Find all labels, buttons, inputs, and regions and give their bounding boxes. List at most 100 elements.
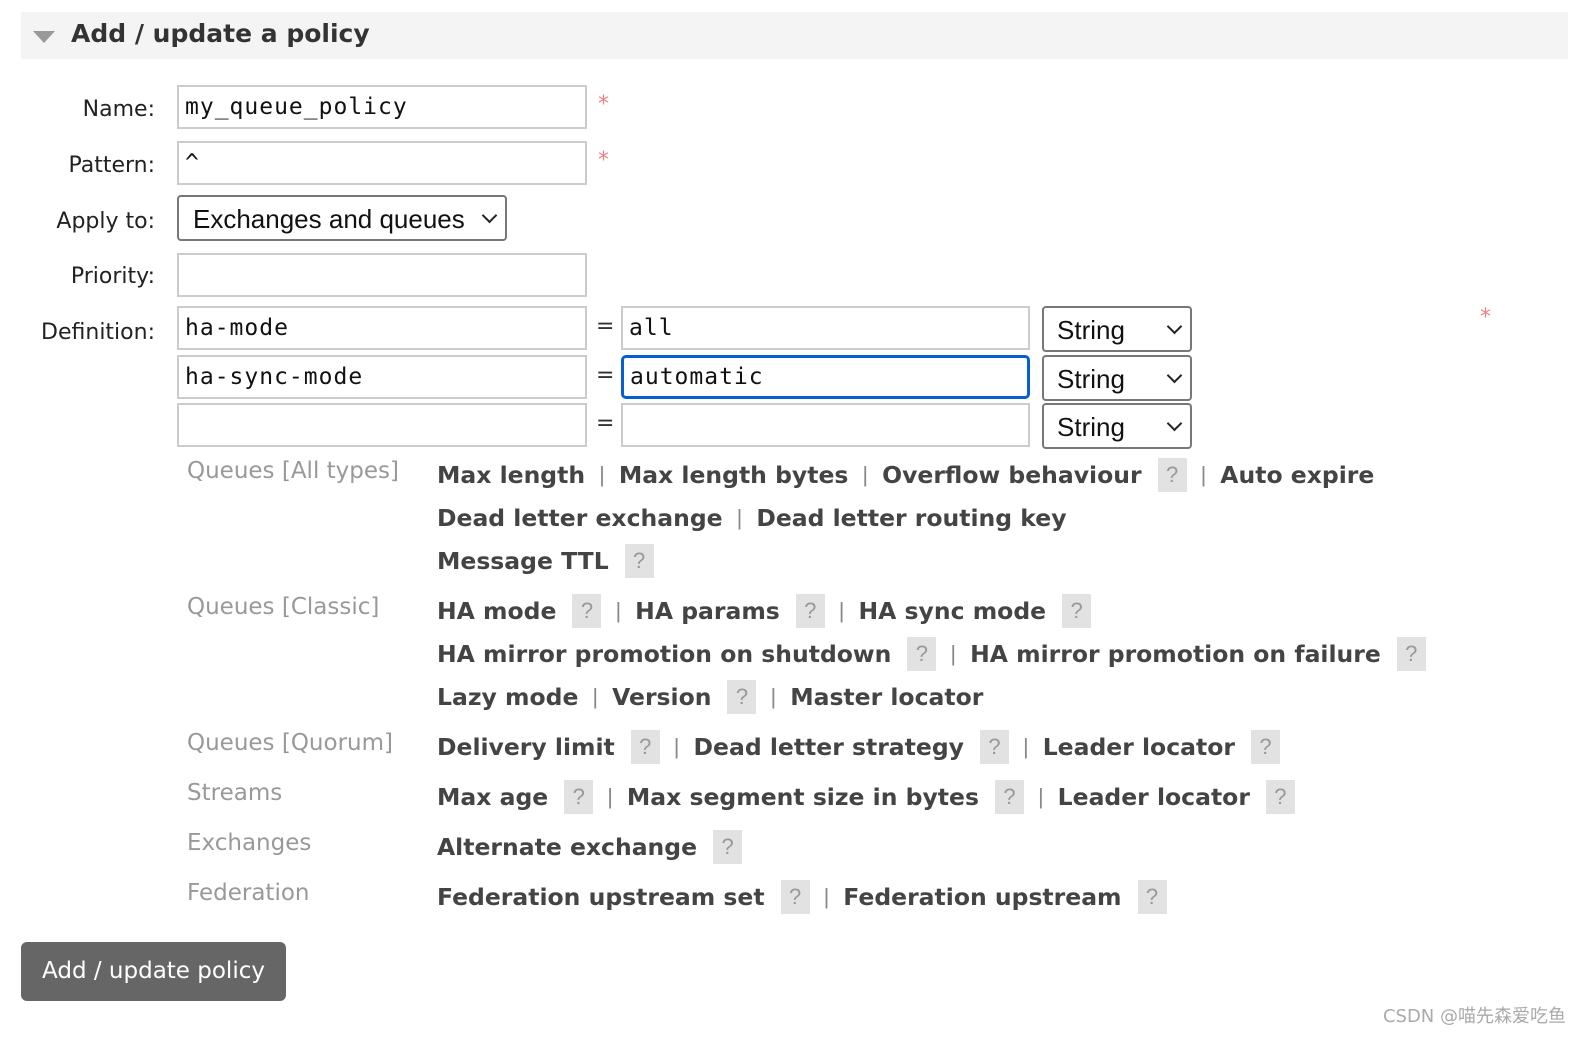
policy-key-link[interactable]: HA mode bbox=[437, 597, 556, 625]
policy-key-link[interactable]: Version bbox=[612, 683, 711, 711]
policy-key-link[interactable]: Federation upstream set bbox=[437, 883, 765, 911]
help-icon[interactable]: ? bbox=[1396, 636, 1426, 671]
help-line: Federation upstream set? | Federation upst… bbox=[437, 875, 1527, 918]
policy-key-link[interactable]: Dead letter exchange bbox=[437, 504, 723, 532]
pattern-input[interactable] bbox=[177, 141, 587, 185]
policy-key-link[interactable]: HA sync mode bbox=[859, 597, 1047, 625]
help-icon[interactable]: ? bbox=[1157, 457, 1187, 492]
pattern-label: Pattern: bbox=[68, 153, 155, 178]
name-input[interactable] bbox=[177, 85, 587, 129]
help-line: HA mode? | HA params? | HA sync mode? bbox=[437, 589, 1527, 632]
help-links: Max length | Max length bytes | Overflow beh… bbox=[437, 453, 1527, 582]
help-icon[interactable]: ? bbox=[624, 543, 654, 578]
policy-key-link[interactable]: Max length bbox=[437, 461, 585, 489]
policy-key-link[interactable]: Leader locator bbox=[1043, 733, 1235, 761]
help-line: Lazy mode | Version? | Master locator bbox=[437, 675, 1527, 718]
help-icon[interactable]: ? bbox=[907, 636, 937, 671]
chevron-down-icon bbox=[1166, 415, 1183, 432]
definition-key-input[interactable] bbox=[177, 355, 587, 399]
separator: | bbox=[770, 683, 777, 709]
separator: | bbox=[1037, 783, 1044, 809]
policy-key-link[interactable]: Delivery limit bbox=[437, 733, 615, 761]
policy-key-link[interactable]: Lazy mode bbox=[437, 683, 578, 711]
definition-value-input[interactable] bbox=[621, 306, 1030, 350]
help-links: Max age? | Max segment size in bytes? | Lead… bbox=[437, 775, 1527, 818]
help-links: HA mode? | HA params? | HA sync mode? HA mirr… bbox=[437, 589, 1527, 718]
collapse-triangle-icon[interactable] bbox=[33, 31, 55, 43]
priority-label: Priority: bbox=[70, 264, 155, 289]
chevron-down-icon bbox=[1166, 367, 1183, 384]
definition-type-select[interactable]: String bbox=[1042, 403, 1192, 449]
chevron-down-icon bbox=[1166, 318, 1183, 335]
help-category-label: Queues [All types] bbox=[187, 458, 399, 484]
policy-key-link[interactable]: Federation upstream bbox=[843, 883, 1121, 911]
policy-key-link[interactable]: Max length bytes bbox=[619, 461, 849, 489]
policy-key-link[interactable]: Message TTL bbox=[437, 547, 609, 575]
help-icon[interactable]: ? bbox=[1137, 879, 1167, 914]
policy-key-link[interactable]: Overflow behaviour bbox=[882, 461, 1141, 489]
policy-key-link[interactable]: HA mirror promotion on shutdown bbox=[437, 640, 891, 668]
help-icon[interactable]: ? bbox=[795, 593, 825, 628]
definition-key-input[interactable] bbox=[177, 306, 587, 350]
policy-help-links: Queues [All types] Max length | Max length … bbox=[187, 453, 1527, 925]
definition-type-select[interactable]: String bbox=[1042, 306, 1192, 352]
priority-input[interactable] bbox=[177, 253, 587, 297]
help-group: Queues [Classic] HA mode? | HA params? | HA s… bbox=[187, 589, 1527, 718]
help-icon[interactable]: ? bbox=[713, 829, 743, 864]
name-label: Name: bbox=[82, 97, 155, 122]
apply-to-label: Apply to: bbox=[56, 209, 155, 234]
separator: | bbox=[950, 640, 957, 666]
policy-key-link[interactable]: Dead letter routing key bbox=[756, 504, 1066, 532]
help-links: Alternate exchange? bbox=[437, 825, 1527, 868]
help-group: Queues [Quorum] Delivery limit? | Dead lett… bbox=[187, 725, 1527, 768]
policy-key-link[interactable]: Max segment size in bytes bbox=[627, 783, 979, 811]
definition-type-value: String bbox=[1057, 412, 1125, 442]
separator: | bbox=[862, 461, 869, 487]
policy-key-link[interactable]: HA params bbox=[635, 597, 780, 625]
help-icon[interactable]: ? bbox=[1062, 593, 1092, 628]
help-category-label: Queues [Quorum] bbox=[187, 730, 393, 756]
policy-key-link[interactable]: Auto expire bbox=[1220, 461, 1374, 489]
equals-sign: = bbox=[596, 363, 615, 388]
policy-key-link[interactable]: HA mirror promotion on failure bbox=[970, 640, 1381, 668]
separator: | bbox=[736, 504, 743, 530]
separator: | bbox=[673, 733, 680, 759]
separator: | bbox=[1022, 733, 1029, 759]
definition-type-select[interactable]: String bbox=[1042, 355, 1192, 401]
help-icon[interactable]: ? bbox=[727, 679, 757, 714]
policy-key-link[interactable]: Alternate exchange bbox=[437, 833, 697, 861]
section-title: Add / update a policy bbox=[71, 19, 370, 48]
help-icon[interactable]: ? bbox=[1250, 729, 1280, 764]
definition-key-input[interactable] bbox=[177, 403, 587, 447]
policy-key-link[interactable]: Leader locator bbox=[1058, 783, 1250, 811]
help-line: Dead letter exchange | Dead letter routing… bbox=[437, 496, 1527, 539]
help-icon[interactable]: ? bbox=[572, 593, 602, 628]
help-line: Delivery limit? | Dead letter strategy? | Le… bbox=[437, 725, 1527, 768]
help-group: Streams Max age? | Max segment size in byte… bbox=[187, 775, 1527, 818]
help-icon[interactable]: ? bbox=[564, 779, 594, 814]
help-category-label: Streams bbox=[187, 780, 283, 806]
help-line: Alternate exchange? bbox=[437, 825, 1527, 868]
help-icon[interactable]: ? bbox=[994, 779, 1024, 814]
help-icon[interactable]: ? bbox=[780, 879, 810, 914]
definition-value-input[interactable] bbox=[621, 403, 1030, 447]
help-icon[interactable]: ? bbox=[1265, 779, 1295, 814]
help-category-label: Federation bbox=[187, 880, 310, 906]
help-line: HA mirror promotion on shutdown? | HA mirr… bbox=[437, 632, 1527, 675]
definition-value-input[interactable] bbox=[621, 355, 1030, 399]
policy-key-link[interactable]: Master locator bbox=[790, 683, 983, 711]
policy-key-link[interactable]: Max age bbox=[437, 783, 548, 811]
equals-sign: = bbox=[596, 411, 615, 436]
equals-sign: = bbox=[596, 314, 615, 339]
policy-key-link[interactable]: Dead letter strategy bbox=[694, 733, 964, 761]
apply-to-select[interactable]: Exchanges and queues bbox=[177, 195, 507, 241]
help-line: Message TTL? bbox=[437, 539, 1527, 582]
add-update-policy-button[interactable]: Add / update policy bbox=[21, 942, 286, 1001]
section-header[interactable]: Add / update a policy bbox=[21, 12, 1568, 59]
help-links: Delivery limit? | Dead letter strategy? | Le… bbox=[437, 725, 1527, 768]
separator: | bbox=[592, 683, 599, 709]
help-icon[interactable]: ? bbox=[630, 729, 660, 764]
help-line: Max age? | Max segment size in bytes? | Lead… bbox=[437, 775, 1527, 818]
required-mark: * bbox=[598, 148, 609, 173]
help-icon[interactable]: ? bbox=[979, 729, 1009, 764]
